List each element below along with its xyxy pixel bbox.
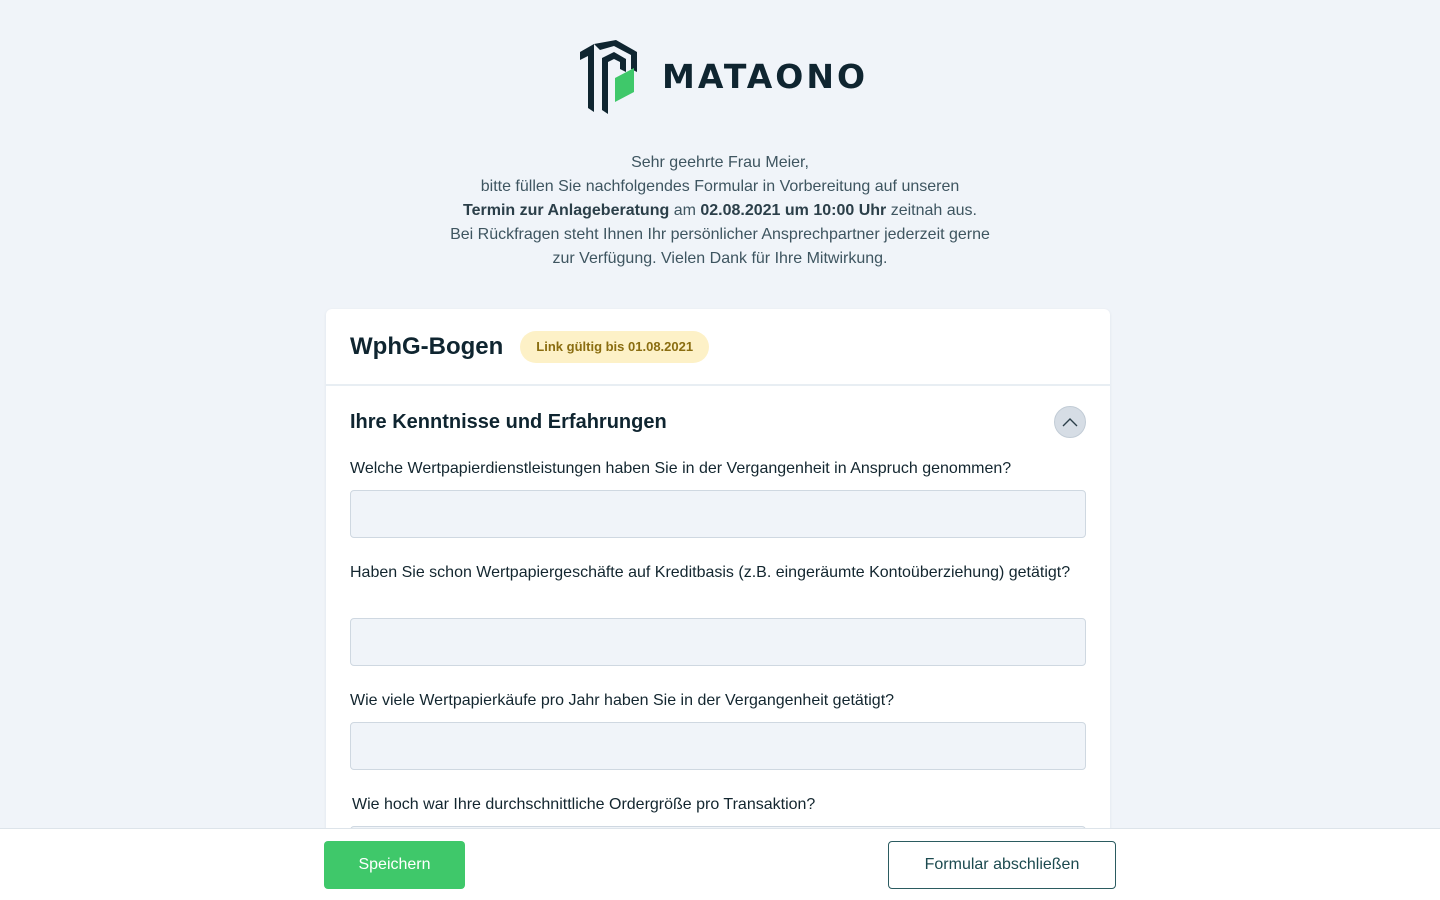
finish-form-button[interactable]: Formular abschließen (888, 841, 1116, 889)
section-header: Ihre Kenntnisse und Erfahrungen (350, 405, 1086, 439)
intro-line-5: zur Verfügung. Vielen Dank für Ihre Mitw… (552, 250, 888, 267)
question-label-credit-trades: Haben Sie schon Wertpapiergeschäfte auf … (350, 564, 1071, 581)
intro-line-2: bitte füllen Sie nachfolgendes Formular … (480, 178, 960, 195)
link-validity-badge: Link gültig bis 01.08.2021 (520, 330, 710, 363)
brand-name: MATAONO (662, 56, 869, 96)
collapse-section-button[interactable] (1054, 406, 1086, 438)
question-label-services: Welche Wertpapierdienstleistungen haben … (350, 460, 1012, 477)
footer-action-bar: Speichern Formular abschließen (0, 828, 1440, 900)
mataono-logo-icon (580, 40, 637, 114)
intro-message: Sehr geehrte Frau Meier, bitte füllen Si… (320, 151, 1120, 271)
appointment-type: Termin zur Anlageberatung (463, 202, 670, 219)
answer-field-services[interactable] (350, 490, 1086, 538)
card-header: WphG-Bogen Link gültig bis 01.08.2021 (326, 309, 1110, 386)
question-label-purchases-per-year: Wie viele Wertpapierkäufe pro Jahr haben… (350, 692, 895, 709)
intro-greeting: Sehr geehrte Frau Meier, (631, 154, 809, 171)
page: MATAONO Sehr geehrte Frau Meier, bitte f… (0, 0, 1440, 900)
appointment-datetime: 02.08.2021 um 10:00 Uhr (700, 202, 887, 219)
chevron-up-icon (1062, 418, 1078, 427)
section-title: Ihre Kenntnisse und Erfahrungen (350, 410, 667, 433)
question-label-order-size: Wie hoch war Ihre durchschnittliche Orde… (352, 796, 816, 813)
intro-line-4: Bei Rückfragen steht Ihnen Ihr persönlic… (450, 226, 990, 243)
answer-field-credit-trades[interactable] (350, 618, 1086, 666)
intro-line-3: Termin zur Anlageberatung am 02.08.2021 … (463, 202, 977, 219)
form-title: WphG-Bogen (350, 332, 504, 360)
answer-field-purchases-per-year[interactable] (350, 722, 1086, 770)
brand-logo: MATAONO (576, 38, 868, 114)
save-button[interactable]: Speichern (324, 841, 465, 889)
form-card: WphG-Bogen Link gültig bis 01.08.2021 Ih… (326, 309, 1110, 900)
